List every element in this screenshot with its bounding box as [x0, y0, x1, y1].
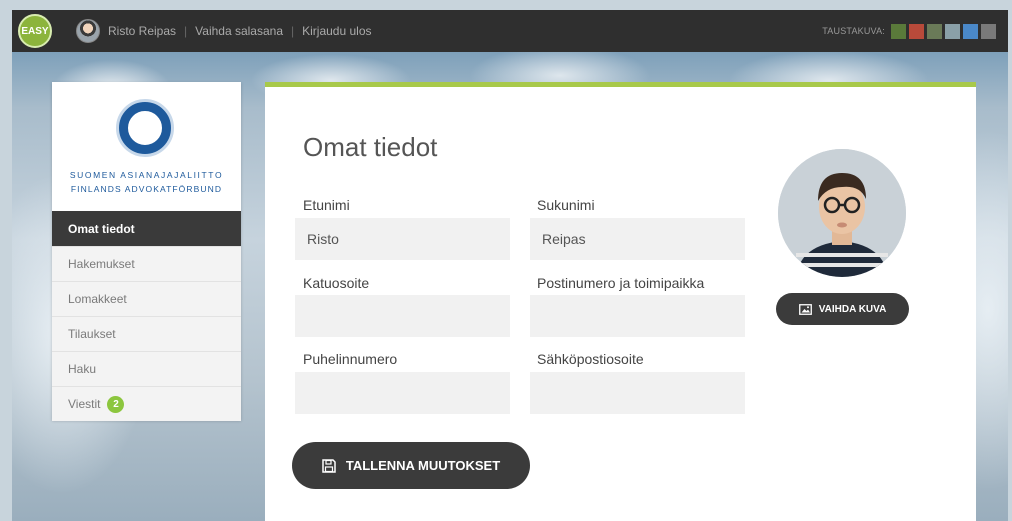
background-swatch-1[interactable]: [891, 23, 906, 39]
sidebar-item-label: Tilaukset: [68, 327, 116, 341]
separator: |: [291, 24, 295, 38]
background-swatch-3[interactable]: [927, 23, 942, 39]
floppy-disk-icon: [322, 458, 336, 473]
background-swatch-4[interactable]: [945, 23, 960, 39]
save-button-label: TALLENNA MUUTOKSET: [345, 458, 501, 473]
last-name-label: Sukunimi: [537, 197, 595, 213]
sidebar-item-label: Omat tiedot: [68, 221, 135, 236]
first-name-input[interactable]: [295, 218, 510, 260]
top-bar: EASY Risto Reipas | Vaihda salasana | Ki…: [12, 10, 1008, 52]
background-swatch-5[interactable]: [963, 23, 978, 39]
first-name-label: Etunimi: [303, 197, 350, 213]
profile-photo: [778, 149, 906, 277]
email-input[interactable]: [530, 372, 745, 414]
sidebar-item-viestit[interactable]: Viestit 2: [52, 386, 241, 421]
save-button[interactable]: TALLENNA MUUTOKSET: [292, 442, 530, 489]
street-address-label: Katuosoite: [303, 275, 370, 291]
image-icon: [798, 303, 812, 315]
user-avatar[interactable]: [76, 19, 100, 43]
organization-emblem-icon: [116, 99, 174, 157]
last-name-input[interactable]: [530, 218, 745, 260]
email-label: Sähköpostiosoite: [537, 351, 644, 367]
background-label: TAUSTAKUVA:: [822, 26, 885, 36]
background-swatch-6[interactable]: [981, 23, 996, 39]
change-photo-label: VAIHDA KUVA: [818, 303, 887, 315]
sidebar-nav: Omat tiedot Hakemukset Lomakkeet Tilauks…: [52, 211, 241, 421]
sidebar-item-label: Hakemukset: [68, 257, 135, 271]
background-swatches: [891, 23, 996, 39]
street-address-input[interactable]: [295, 295, 510, 337]
page-title: Omat tiedot: [303, 132, 438, 162]
main-panel: Omat tiedot Etunimi Sukunimi Katuosoite …: [265, 82, 976, 521]
sidebar-item-hakemukset[interactable]: Hakemukset: [52, 246, 241, 281]
change-password-link[interactable]: Vaihda salasana: [195, 24, 283, 38]
background-swatch-2[interactable]: [909, 23, 924, 39]
separator: |: [184, 24, 188, 38]
sidebar-item-label: Haku: [68, 362, 97, 376]
organization-name-fi: SUOMEN ASIANAJAJALIITTO: [69, 170, 224, 180]
message-count-badge: 2: [107, 395, 125, 413]
logout-link[interactable]: Kirjaudu ulos: [302, 24, 371, 38]
sidebar-item-haku[interactable]: Haku: [52, 351, 241, 386]
sidebar-item-omat-tiedot[interactable]: Omat tiedot: [52, 211, 241, 246]
sidebar-item-tilaukset[interactable]: Tilaukset: [52, 316, 241, 351]
change-photo-button[interactable]: VAIHDA KUVA: [776, 293, 909, 325]
user-name-link[interactable]: Risto Reipas: [108, 24, 176, 38]
sidebar-item-label: Viestit: [68, 397, 101, 411]
easy-logo[interactable]: EASY: [18, 14, 52, 48]
organization-name-sv: FINLANDS ADVOKATFÖRBUND: [70, 184, 223, 194]
sidebar-item-lomakkeet[interactable]: Lomakkeet: [52, 281, 241, 316]
phone-input[interactable]: [295, 372, 510, 414]
postal-label: Postinumero ja toimipaikka: [537, 275, 705, 291]
phone-label: Puhelinnumero: [303, 351, 398, 367]
sidebar: SUOMEN ASIANAJAJALIITTO FINLANDS ADVOKAT…: [52, 82, 241, 421]
postal-input[interactable]: [530, 295, 745, 337]
sidebar-item-label: Lomakkeet: [68, 292, 127, 306]
